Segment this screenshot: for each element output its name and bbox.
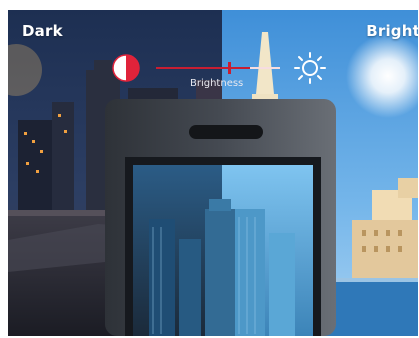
intercom-device-graphic xyxy=(105,99,336,336)
sun-icon xyxy=(294,52,326,84)
comparison-image: Dark Bright Brightness xyxy=(8,10,418,336)
contrast-half-circle-icon xyxy=(112,54,140,82)
bright-label: Bright xyxy=(366,22,418,40)
brightness-slider: Brightness xyxy=(110,50,340,98)
brightness-label: Brightness xyxy=(190,78,244,89)
camera-bar xyxy=(189,125,263,139)
slider-thumb xyxy=(228,62,231,74)
brightness-slider-graphic xyxy=(112,52,326,84)
intercom-device xyxy=(105,99,336,336)
dark-label: Dark xyxy=(22,22,63,40)
